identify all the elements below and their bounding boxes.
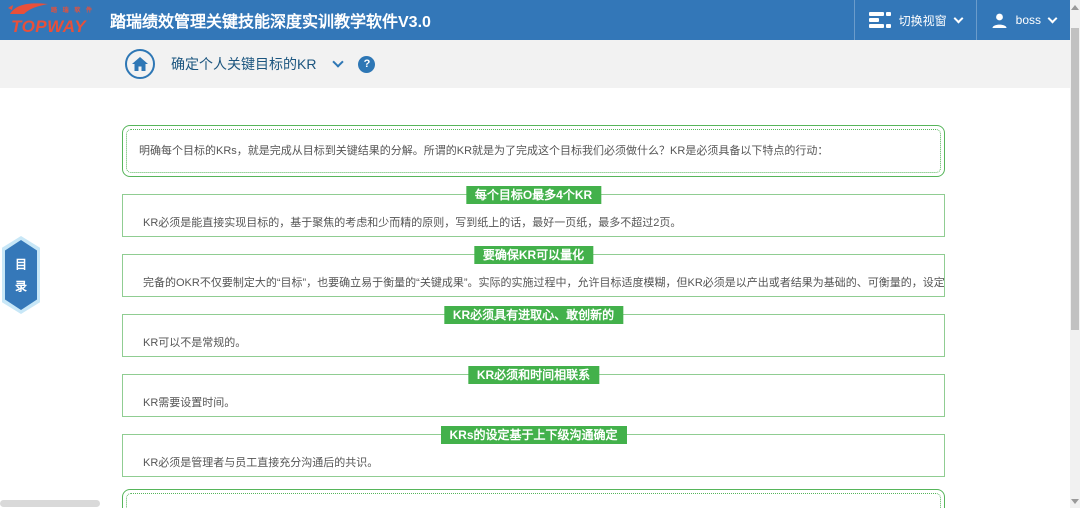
- intro-text: 明确每个目标的KRs，就是完成从目标到关键结果的分解。所谓的KR就是为了完成这个…: [126, 129, 941, 173]
- switch-view-label: 切换视窗: [899, 12, 947, 29]
- user-menu[interactable]: boss: [976, 0, 1070, 40]
- breadcrumb-bar: 确定个人关键目标的KR ?: [0, 40, 1070, 88]
- topway-logo[interactable]: 踏 瑞 软 件 TOPWAY: [8, 1, 98, 39]
- case-text: 由于梦瑶还是产品新人，对于竞品分析第一次接手，于是小组负责人艾玛给梦瑶简单讲了讲…: [126, 493, 941, 508]
- kr-card-badge: 每个目标O最多4个KR: [466, 186, 601, 204]
- toc-tab-hexagon: 目录: [5, 240, 37, 310]
- page-title-dropdown-chevron-icon[interactable]: [333, 56, 344, 67]
- switch-view-menu[interactable]: 切换视窗: [854, 0, 976, 40]
- page-title: 确定个人关键目标的KR: [171, 54, 316, 74]
- user-icon: [991, 12, 1008, 29]
- top-header-bar: 踏 瑞 软 件 TOPWAY 踏瑞绩效管理关键技能深度实训教学软件V3.0 切换…: [0, 0, 1070, 40]
- help-button[interactable]: ?: [358, 56, 375, 73]
- kr-card: KRs的设定基于上下级沟通确定 KR必须是管理者与员工直接充分沟通后的共识。: [122, 434, 945, 477]
- home-button[interactable]: [125, 49, 155, 79]
- vertical-scrollbar-thumb[interactable]: [1071, 28, 1079, 330]
- scroll-down-arrow-icon[interactable]: [1071, 499, 1079, 504]
- kr-card-badge: 要确保KR可以量化: [474, 246, 593, 264]
- toc-tab-label: 目录: [13, 258, 30, 302]
- kr-card-badge: KR必须和时间相联系: [468, 366, 599, 384]
- chevron-down-icon: [953, 13, 963, 23]
- vertical-scrollbar[interactable]: [1070, 0, 1080, 508]
- intro-box: 明确每个目标的KRs，就是完成从目标到关键结果的分解。所谓的KR就是为了完成这个…: [122, 125, 945, 177]
- kr-card: KR必须具有进取心、敢创新的 KR可以不是常规的。: [122, 314, 945, 357]
- app-window: 踏 瑞 软 件 TOPWAY 踏瑞绩效管理关键技能深度实训教学软件V3.0 切换…: [0, 0, 1080, 508]
- kr-card: 要确保KR可以量化 完备的OKR不仅要制定大的“目标”，也要确立易于衡量的“关键…: [122, 254, 945, 297]
- scroll-up-arrow-icon[interactable]: [1071, 5, 1079, 10]
- user-name-label: boss: [1016, 13, 1041, 27]
- home-icon: [132, 57, 148, 71]
- logo-subtitle: 踏 瑞 软 件: [51, 5, 94, 14]
- horizontal-scrollbar-thumb[interactable]: [0, 500, 100, 507]
- switch-view-icon: [869, 12, 891, 28]
- case-box: 由于梦瑶还是产品新人，对于竞品分析第一次接手，于是小组负责人艾玛给梦瑶简单讲了讲…: [122, 489, 945, 508]
- chevron-down-icon: [1048, 13, 1058, 23]
- kr-card: KR必须和时间相联系 KR需要设置时间。: [122, 374, 945, 417]
- kr-card-badge: KRs的设定基于上下级沟通确定: [440, 426, 626, 444]
- question-mark-icon: ?: [364, 58, 371, 70]
- kr-card: 每个目标O最多4个KR KR必须是能直接实现目标的，基于聚焦的考虑和少而精的原则…: [122, 194, 945, 237]
- header-actions: 切换视窗 boss: [854, 0, 1070, 40]
- toc-tab[interactable]: 目录: [2, 236, 40, 314]
- logo-brand-text: TOPWAY: [11, 17, 86, 37]
- kr-section: 明确每个目标的KRs，就是完成从目标到关键结果的分解。所谓的KR就是为了完成这个…: [122, 125, 945, 508]
- main-content: 明确每个目标的KRs，就是完成从目标到关键结果的分解。所谓的KR就是为了完成这个…: [0, 88, 1070, 508]
- app-title: 踏瑞绩效管理关键技能深度实训教学软件V3.0: [110, 8, 431, 32]
- kr-card-badge: KR必须具有进取心、敢创新的: [444, 306, 623, 324]
